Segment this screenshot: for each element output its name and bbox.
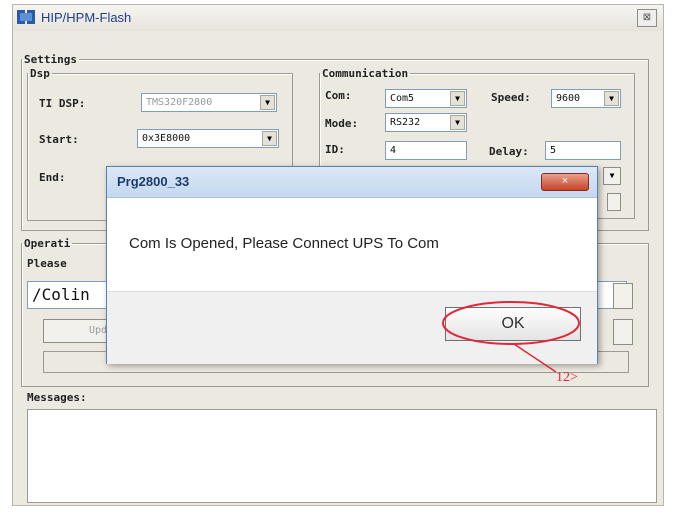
annotation-label: 12>	[556, 370, 578, 385]
annotation-pointer-line	[513, 343, 557, 373]
annotation-circle	[442, 301, 580, 345]
annotation-highlight	[442, 301, 580, 373]
